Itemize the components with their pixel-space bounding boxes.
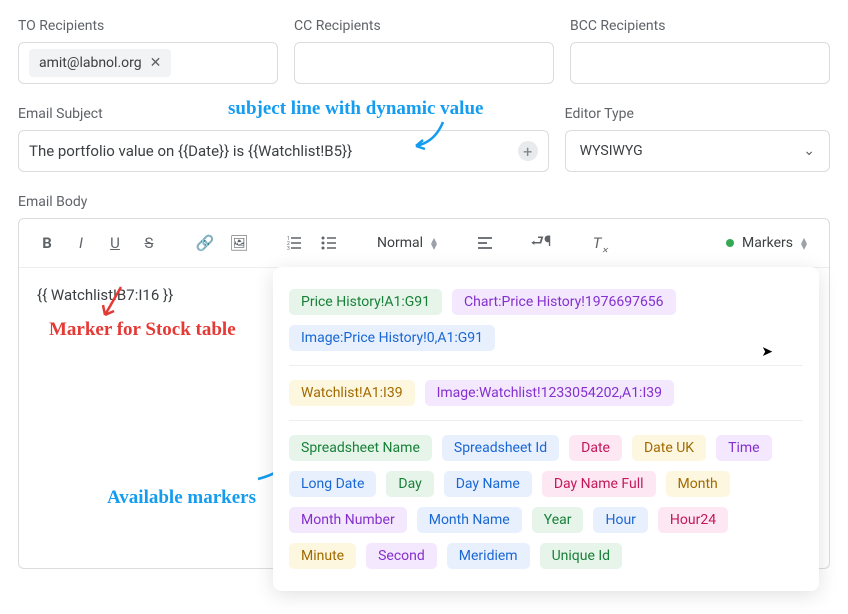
- editor-container: B I U S 🔗 🖼 123 Normal ▴▾ ⮐¶ T✕ Markers …: [18, 218, 830, 569]
- marker-tag[interactable]: Unique Id: [540, 543, 623, 569]
- marker-tag[interactable]: Date: [569, 435, 622, 461]
- select-caret-icon: ▴▾: [431, 237, 437, 249]
- recipient-email: amit@labnol.org: [39, 55, 142, 71]
- bold-button[interactable]: B: [33, 229, 61, 257]
- image-button[interactable]: 🖼: [225, 229, 253, 257]
- clear-format-button[interactable]: T✕: [583, 229, 611, 257]
- marker-tag[interactable]: Image:Watchlist!1233054202,A1:I39: [425, 380, 674, 406]
- unordered-list-button[interactable]: [315, 229, 343, 257]
- marker-tag[interactable]: Day Name: [444, 471, 532, 497]
- marker-tag[interactable]: Month: [666, 471, 730, 497]
- marker-tag[interactable]: Hour: [593, 507, 647, 533]
- to-input[interactable]: amit@labnol.org ✕: [18, 42, 278, 84]
- link-button[interactable]: 🔗: [191, 229, 219, 257]
- markers-button[interactable]: Markers ▴▾: [718, 231, 815, 255]
- marker-tag[interactable]: Day: [386, 471, 433, 497]
- body-label: Email Body: [18, 194, 830, 210]
- cc-label: CC Recipients: [294, 18, 554, 34]
- marker-tag[interactable]: Month Name: [417, 507, 522, 533]
- marker-tag[interactable]: Chart:Price History!1976697656: [452, 289, 676, 315]
- marker-tag[interactable]: Second: [366, 543, 437, 569]
- remove-chip-icon[interactable]: ✕: [150, 55, 162, 71]
- underline-button[interactable]: U: [101, 229, 129, 257]
- editor-type-select[interactable]: WYSIWYG ⌄: [565, 130, 830, 172]
- ordered-list-button[interactable]: 123: [281, 229, 309, 257]
- chevron-down-icon: ⌄: [803, 143, 815, 159]
- cc-input[interactable]: [294, 42, 554, 84]
- arrow-icon: [413, 120, 453, 152]
- align-button[interactable]: [471, 229, 499, 257]
- editor-toolbar: B I U S 🔗 🖼 123 Normal ▴▾ ⮐¶ T✕ Markers …: [19, 219, 829, 268]
- marker-tag[interactable]: Minute: [289, 543, 356, 569]
- to-label: TO Recipients: [18, 18, 278, 34]
- subject-input[interactable]: The portfolio value on {{Date}} is {{Wat…: [18, 130, 549, 172]
- format-select[interactable]: Normal ▴▾: [371, 235, 443, 251]
- marker-tag[interactable]: Hour24: [658, 507, 728, 533]
- sort-icon: ▴▾: [801, 237, 807, 249]
- markers-panel: Price History!A1:G91 Chart:Price History!…: [273, 267, 819, 591]
- marker-tag[interactable]: Meridiem: [447, 543, 530, 569]
- annotation-marker: Marker for Stock table: [49, 319, 236, 341]
- format-value: Normal: [377, 235, 423, 251]
- arrow-icon: [97, 283, 137, 323]
- marker-tag[interactable]: Spreadsheet Name: [289, 435, 432, 461]
- mouse-cursor-icon: ➤: [761, 344, 773, 360]
- marker-tag[interactable]: Date UK: [632, 435, 706, 461]
- editor-type-value: WYSIWYG: [580, 143, 643, 159]
- status-dot-icon: [726, 239, 734, 247]
- bcc-input[interactable]: [570, 42, 830, 84]
- marker-tag[interactable]: Watchlist!A1:I39: [289, 380, 415, 406]
- marker-tag[interactable]: Long Date: [289, 471, 376, 497]
- marker-tag[interactable]: Price History!A1:G91: [289, 289, 442, 315]
- italic-button[interactable]: I: [67, 229, 95, 257]
- direction-button[interactable]: ⮐¶: [527, 229, 555, 257]
- annotation-available: Available markers: [107, 487, 256, 509]
- recipient-chip[interactable]: amit@labnol.org ✕: [29, 49, 171, 77]
- strike-button[interactable]: S: [135, 229, 163, 257]
- marker-tag[interactable]: Month Number: [289, 507, 407, 533]
- annotation-subject: subject line with dynamic value: [228, 98, 483, 120]
- marker-tag[interactable]: Day Name Full: [542, 471, 656, 497]
- marker-tag[interactable]: Year: [532, 507, 584, 533]
- marker-tag[interactable]: Time: [716, 435, 771, 461]
- add-marker-icon[interactable]: +: [518, 141, 538, 161]
- bcc-label: BCC Recipients: [570, 18, 830, 34]
- marker-tag[interactable]: Image:Price History!0,A1:G91: [289, 325, 495, 351]
- markers-label: Markers: [742, 235, 793, 251]
- svg-text:3: 3: [287, 246, 290, 251]
- marker-tag[interactable]: Spreadsheet Id: [442, 435, 559, 461]
- editor-type-label: Editor Type: [565, 106, 830, 122]
